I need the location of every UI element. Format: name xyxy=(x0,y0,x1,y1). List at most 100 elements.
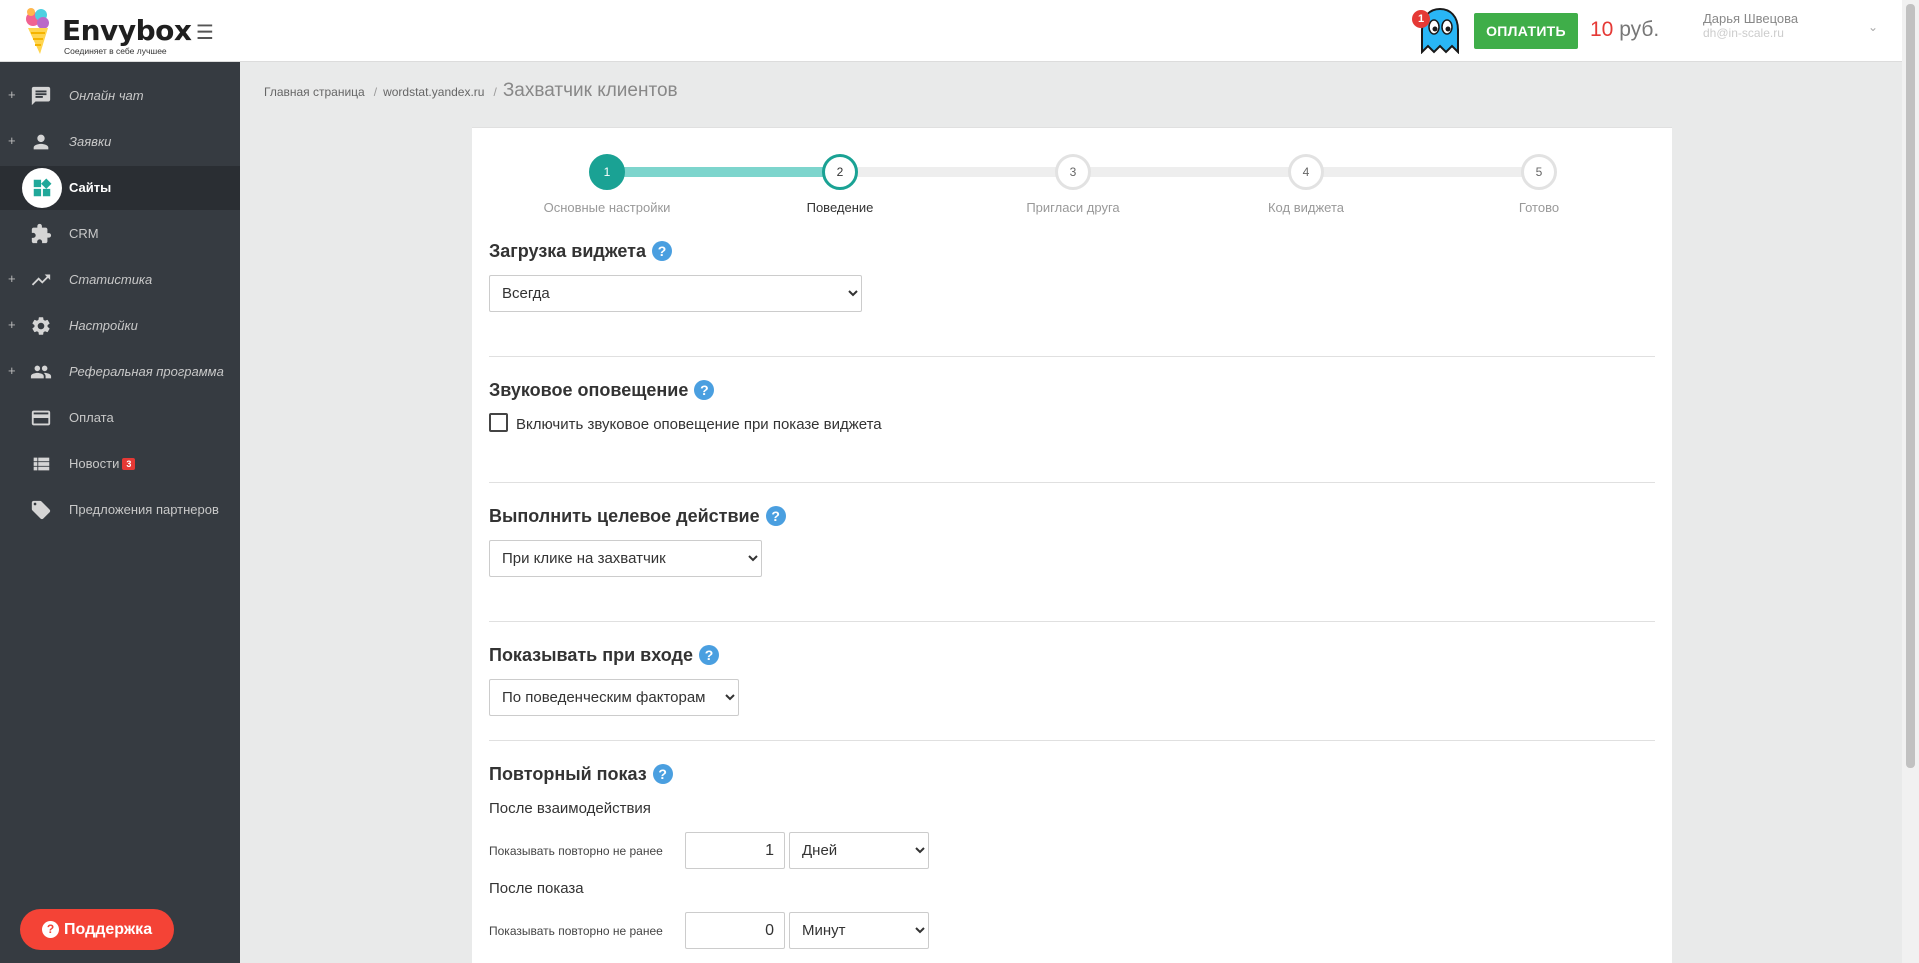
stepper-progress-remaining xyxy=(840,167,1538,177)
help-icon[interactable]: ? xyxy=(698,645,719,665)
repeat-show-title: Повторный показ? xyxy=(489,764,673,785)
trending-up-icon xyxy=(30,269,52,291)
sidebar-item-partner-offers[interactable]: Предложения партнеров xyxy=(0,488,240,532)
sound-checkbox[interactable] xyxy=(489,413,508,432)
breadcrumb-separator: / xyxy=(493,85,497,99)
expand-plus-icon[interactable]: + xyxy=(8,363,16,378)
show-on-enter-title: Показывать при входе? xyxy=(489,645,719,666)
show-on-enter-select[interactable]: По поведенческим факторам xyxy=(489,679,739,716)
scrollbar-thumb[interactable] xyxy=(1906,4,1915,768)
sidebar-item-label: CRM xyxy=(69,226,99,241)
sidebar-item-online-chat[interactable]: + Онлайн чат xyxy=(0,74,240,118)
user-name[interactable]: Дарья Швецова xyxy=(1703,11,1798,26)
question-icon: ? xyxy=(42,921,59,938)
step-5-circle[interactable]: 5 xyxy=(1521,154,1557,190)
sidebar-item-label: Предложения партнеров xyxy=(69,502,219,517)
step-4-circle[interactable]: 4 xyxy=(1288,154,1324,190)
list-icon xyxy=(30,453,52,475)
menu-toggle-icon[interactable]: ☰ xyxy=(196,20,214,45)
sidebar-item-requests[interactable]: + Заявки xyxy=(0,120,240,164)
step-3-circle[interactable]: 3 xyxy=(1055,154,1091,190)
ice-cream-logo-icon xyxy=(26,8,49,54)
target-action-title-text: Выполнить целевое действие xyxy=(489,506,760,526)
sidebar-item-settings[interactable]: + Настройки xyxy=(0,304,240,348)
section-divider xyxy=(489,356,1655,357)
after-show-value-input[interactable] xyxy=(685,912,785,949)
breadcrumb-home[interactable]: Главная страница xyxy=(264,85,365,99)
widget-load-select[interactable]: Всегда xyxy=(489,275,862,312)
person-icon xyxy=(30,131,52,153)
sidebar-item-payment[interactable]: Оплата xyxy=(0,396,240,440)
sidebar-item-label: Статистика xyxy=(69,272,153,287)
gear-icon xyxy=(30,315,52,337)
balance: 10 руб. xyxy=(1590,18,1659,42)
puzzle-icon xyxy=(30,223,52,245)
settings-card: 1 2 3 4 5 Основные настройки Поведение П… xyxy=(472,127,1672,963)
help-icon[interactable]: ? xyxy=(651,241,672,261)
sidebar-item-news[interactable]: Новости 3 xyxy=(0,442,240,486)
page-title: Захватчик клиентов xyxy=(502,80,678,101)
sidebar-item-referral[interactable]: + Реферальная программа xyxy=(0,350,240,394)
breadcrumb-site[interactable]: wordstat.yandex.ru xyxy=(383,85,484,99)
target-action-select[interactable]: При клике на захватчик xyxy=(489,540,762,577)
pay-button[interactable]: ОПЛАТИТЬ xyxy=(1474,13,1578,49)
step-4-label[interactable]: Код виджета xyxy=(1216,200,1396,215)
sound-title: Звуковое оповещение? xyxy=(489,380,715,401)
breadcrumb-separator: / xyxy=(373,85,378,99)
repeat-show-title-text: Повторный показ xyxy=(489,764,647,784)
sidebar-item-label: Онлайн чат xyxy=(69,88,144,103)
expand-plus-icon[interactable]: + xyxy=(8,87,16,102)
stepper-progress-done xyxy=(607,167,840,177)
after-show-label: После показа xyxy=(489,880,584,897)
logo[interactable]: Envybox Соединяет в себе лучшее xyxy=(22,6,192,56)
after-interaction-label: После взаимодействия xyxy=(489,800,651,817)
help-icon[interactable]: ? xyxy=(765,506,786,526)
after-show-prompt: Показывать повторно не ранее xyxy=(489,924,663,938)
sidebar-item-label: Заявки xyxy=(69,134,112,149)
support-button[interactable]: ? Поддержка xyxy=(20,909,174,950)
sidebar-item-news-text: Новости xyxy=(69,456,120,471)
balance-currency: руб. xyxy=(1619,18,1660,41)
step-2-label[interactable]: Поведение xyxy=(750,200,930,215)
logo-tagline: Соединяет в себе лучшее xyxy=(64,46,167,56)
news-count-badge: 3 xyxy=(122,458,136,470)
step-3-label[interactable]: Пригласи друга xyxy=(983,200,1163,215)
widget-load-title-text: Загрузка виджета xyxy=(489,241,646,261)
after-interaction-value-input[interactable] xyxy=(685,832,785,869)
help-icon[interactable]: ? xyxy=(652,764,673,784)
step-1-label[interactable]: Основные настройки xyxy=(517,200,697,215)
chevron-down-icon[interactable]: ⌄ xyxy=(1868,20,1878,34)
chat-icon xyxy=(30,85,52,107)
step-5-label[interactable]: Готово xyxy=(1449,200,1629,215)
sidebar: + Онлайн чат + Заявки Сайты CRM + Статис… xyxy=(0,62,240,963)
section-divider xyxy=(489,621,1655,622)
after-show-unit-select[interactable]: Минут xyxy=(789,912,929,949)
step-2-circle[interactable]: 2 xyxy=(822,154,858,190)
sound-checkbox-label[interactable]: Включить звуковое оповещение при показе … xyxy=(516,416,882,433)
sidebar-item-crm[interactable]: CRM xyxy=(0,212,240,256)
sound-checkbox-row[interactable]: Включить звуковое оповещение при показе … xyxy=(489,413,882,434)
notification-badge: 1 xyxy=(1412,10,1430,28)
sidebar-item-label: Сайты xyxy=(69,180,112,195)
sound-title-text: Звуковое оповещение xyxy=(489,380,689,400)
support-button-label: Поддержка xyxy=(64,920,153,938)
after-interaction-unit-select[interactable]: Дней xyxy=(789,832,929,869)
step-1-circle[interactable]: 1 xyxy=(589,154,625,190)
sidebar-item-label: Оплата xyxy=(69,410,114,425)
expand-plus-icon[interactable]: + xyxy=(8,133,16,148)
sidebar-item-label: Настройки xyxy=(69,318,138,333)
user-email[interactable]: dh@in-scale.ru xyxy=(1703,26,1784,40)
top-header: Envybox Соединяет в себе лучшее ☰ 1 ОПЛА… xyxy=(0,0,1902,62)
page-scrollbar[interactable] xyxy=(1902,0,1919,963)
sidebar-item-sites[interactable]: Сайты xyxy=(0,166,240,210)
widget-load-title: Загрузка виджета? xyxy=(489,241,672,262)
widgets-icon xyxy=(22,168,62,208)
sidebar-item-statistics[interactable]: + Статистика xyxy=(0,258,240,302)
logo-name: Envybox xyxy=(62,14,192,47)
help-icon[interactable]: ? xyxy=(694,380,715,400)
after-interaction-prompt: Показывать повторно не ранее xyxy=(489,844,663,858)
expand-plus-icon[interactable]: + xyxy=(8,271,16,286)
expand-plus-icon[interactable]: + xyxy=(8,317,16,332)
breadcrumb: Главная страница / wordstat.yandex.ru / Захв… xyxy=(264,80,678,102)
sidebar-item-label: Новости 3 xyxy=(69,456,136,471)
